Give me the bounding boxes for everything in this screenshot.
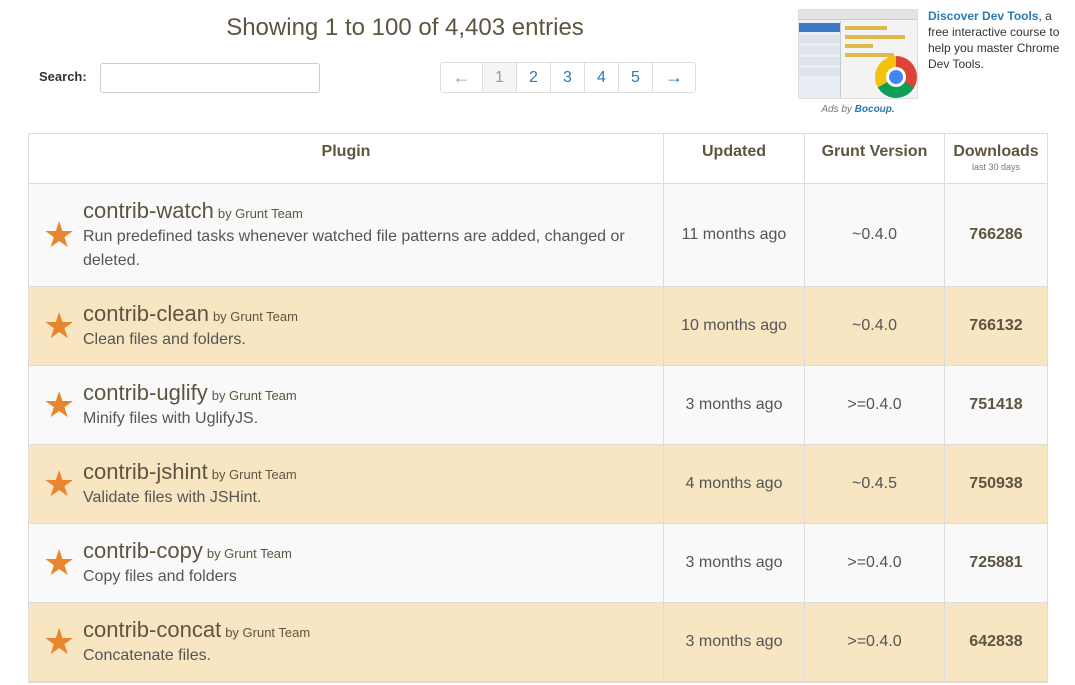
- table-row: ★ contrib-copy by Grunt Team Copy files a…: [29, 524, 1047, 603]
- ads-by-label: Ads by: [821, 104, 852, 115]
- updated-cell: 3 months ago: [664, 603, 805, 681]
- updated-cell: 3 months ago: [664, 524, 805, 602]
- grunt-version-cell: >=0.4.0: [805, 366, 945, 444]
- column-header-downloads[interactable]: Downloads last 30 days: [945, 134, 1047, 183]
- star-icon: ★: [43, 214, 76, 255]
- plugin-author: by Grunt Team: [206, 545, 292, 561]
- grunt-version-cell: >=0.4.0: [805, 524, 945, 602]
- plugin-author: by Grunt Team: [211, 387, 297, 403]
- plugin-author: by Grunt Team: [212, 308, 298, 324]
- grunt-version-cell: ~0.4.0: [805, 287, 945, 365]
- entries-summary: Showing 1 to 100 of 4,403 entries: [226, 14, 584, 41]
- downloads-cell: 725881: [969, 554, 1023, 571]
- downloads-cell: 642838: [969, 633, 1023, 650]
- plugin-cell: ★ contrib-copy by Grunt Team Copy files a…: [29, 524, 664, 602]
- column-header-grunt-version[interactable]: Grunt Version: [805, 134, 945, 183]
- updated-cell: 4 months ago: [664, 445, 805, 523]
- search-input[interactable]: [100, 63, 320, 93]
- ad-link[interactable]: Discover Dev Tools: [928, 9, 1038, 23]
- downloads-header-label: Downloads: [953, 143, 1039, 160]
- plugin-author: by Grunt Team: [217, 205, 303, 221]
- pagination-page-2[interactable]: 2: [517, 63, 551, 92]
- updated-cell: 10 months ago: [664, 287, 805, 365]
- plugin-name-link[interactable]: contrib-clean: [83, 301, 209, 326]
- plugin-description: Concatenate files.: [83, 646, 212, 664]
- plugin-description: Minify files with UglifyJS.: [83, 409, 259, 427]
- updated-cell: 11 months ago: [664, 184, 805, 286]
- plugin-name-link[interactable]: contrib-concat: [83, 617, 221, 642]
- table-header: Plugin Updated Grunt Version Downloads l…: [29, 134, 1047, 184]
- plugin-name-link[interactable]: contrib-uglify: [83, 380, 208, 405]
- table-row: ★ contrib-concat by Grunt Team Concatenat…: [29, 603, 1047, 682]
- pagination-page-3[interactable]: 3: [551, 63, 585, 92]
- plugin-cell: ★ contrib-uglify by Grunt Team Minify fil…: [29, 366, 664, 444]
- pagination: ← 1 2 3 4 5 →: [440, 62, 696, 93]
- downloads-cell: 766132: [969, 317, 1023, 334]
- table-row: ★ contrib-watch by Grunt Team Run predefi…: [29, 184, 1047, 287]
- star-icon: ★: [43, 463, 76, 504]
- plugin-author: by Grunt Team: [211, 466, 297, 482]
- star-icon: ★: [43, 305, 76, 346]
- ad-thumbnail-toolbar: [799, 10, 917, 20]
- plugin-name-link[interactable]: contrib-jshint: [83, 459, 208, 484]
- pagination-next-button[interactable]: →: [653, 63, 695, 92]
- star-icon: ★: [43, 621, 76, 662]
- plugin-description: Run predefined tasks whenever watched fi…: [83, 227, 625, 269]
- plugin-name-link[interactable]: contrib-watch: [83, 198, 214, 223]
- table-row: ★ contrib-jshint by Grunt Team Validate f…: [29, 445, 1047, 524]
- plugin-description: Clean files and folders.: [83, 330, 246, 348]
- plugin-cell: ★ contrib-jshint by Grunt Team Validate f…: [29, 445, 664, 523]
- pagination-page-4[interactable]: 4: [585, 63, 619, 92]
- plugin-author: by Grunt Team: [225, 624, 311, 640]
- ads-by-sponsor-link[interactable]: Bocoup.: [855, 104, 895, 115]
- grunt-version-cell: ~0.4.5: [805, 445, 945, 523]
- table-row: ★ contrib-uglify by Grunt Team Minify fil…: [29, 366, 1047, 445]
- ad-thumbnail-sidebar: [799, 21, 841, 98]
- downloads-cell: 766286: [969, 226, 1023, 243]
- column-header-plugin[interactable]: Plugin: [29, 134, 664, 183]
- plugin-cell: ★ contrib-concat by Grunt Team Concatenat…: [29, 603, 664, 681]
- search-label: Search:: [39, 69, 87, 84]
- plugin-cell: ★ contrib-watch by Grunt Team Run predefi…: [29, 184, 664, 286]
- ad-thumbnail[interactable]: [798, 9, 918, 99]
- table-row: ★ contrib-clean by Grunt Team Clean files…: [29, 287, 1047, 366]
- pagination-page-1[interactable]: 1: [483, 63, 517, 92]
- ad-thumbnail-timeline: [845, 26, 915, 62]
- star-icon: ★: [43, 542, 76, 583]
- downloads-cell: 751418: [969, 396, 1023, 413]
- plugin-description: Copy files and folders: [83, 567, 237, 585]
- downloads-header-sub: last 30 days: [971, 162, 1021, 172]
- chrome-logo-icon: [875, 56, 917, 98]
- grunt-version-cell: >=0.4.0: [805, 603, 945, 681]
- ad-text: Discover Dev Tools, a free interactive c…: [928, 8, 1063, 72]
- ads-by: Ads by Bocoup.: [798, 104, 918, 115]
- plugin-table: Plugin Updated Grunt Version Downloads l…: [28, 133, 1048, 683]
- pagination-page-5[interactable]: 5: [619, 63, 653, 92]
- plugin-cell: ★ contrib-clean by Grunt Team Clean files…: [29, 287, 664, 365]
- grunt-version-cell: ~0.4.0: [805, 184, 945, 286]
- plugin-name-link[interactable]: contrib-copy: [83, 538, 203, 563]
- updated-cell: 3 months ago: [664, 366, 805, 444]
- plugin-description: Validate files with JSHint.: [83, 488, 262, 506]
- column-header-updated[interactable]: Updated: [664, 134, 805, 183]
- star-icon: ★: [43, 384, 76, 425]
- pagination-prev-button[interactable]: ←: [441, 63, 483, 92]
- downloads-cell: 750938: [969, 475, 1023, 492]
